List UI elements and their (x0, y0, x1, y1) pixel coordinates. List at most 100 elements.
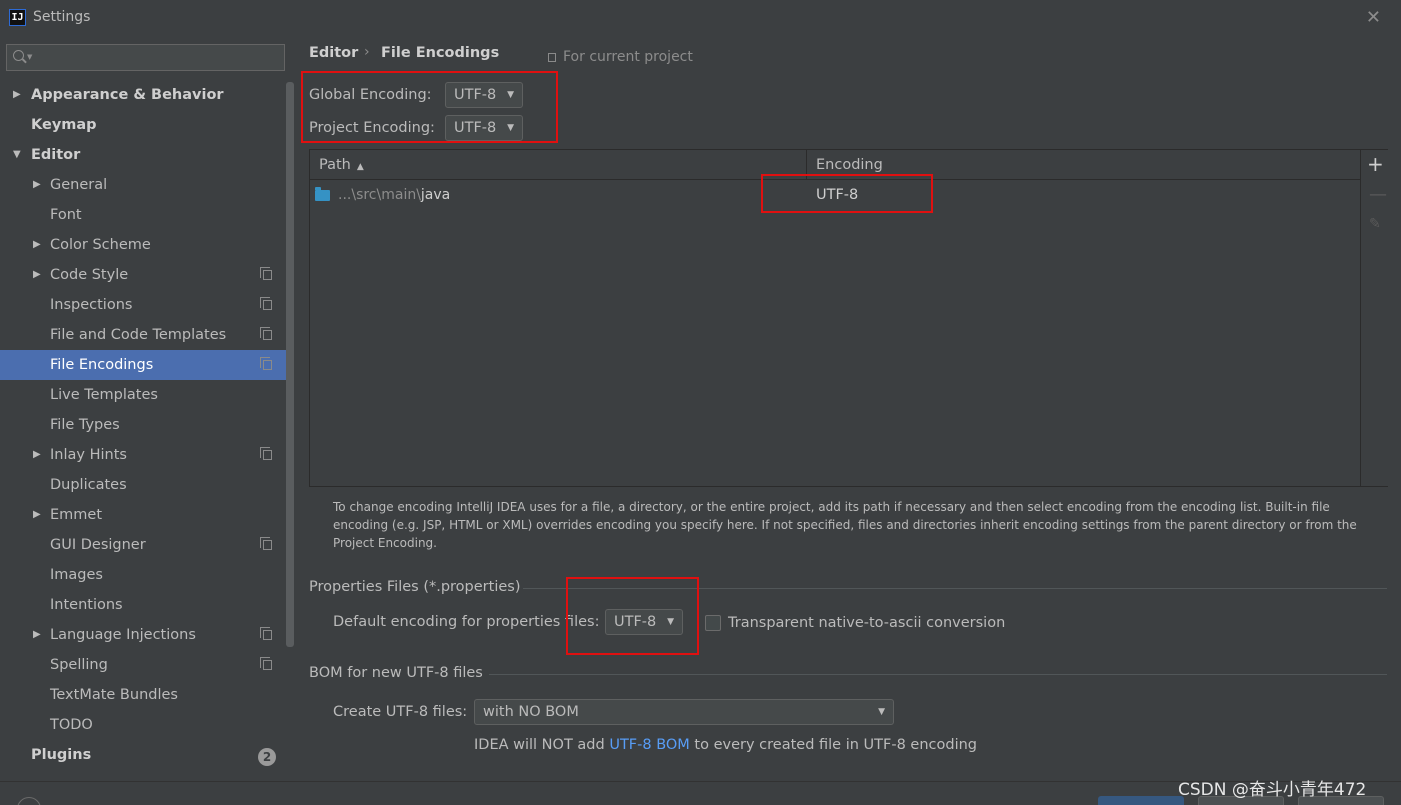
sort-ascending-icon: ▲ (356, 162, 364, 172)
sidebar-item-label: Emmet (50, 507, 103, 523)
sidebar-item-label: Duplicates (50, 477, 127, 493)
page-title: File Encodings (381, 45, 500, 61)
sidebar-item-label: TODO (50, 717, 93, 733)
sidebar-item-general[interactable]: ▶ General (0, 170, 286, 200)
project-scope-icon (260, 657, 272, 670)
chevron-right-icon[interactable]: ▶ (13, 80, 21, 110)
file-encodings-panel: Editor › File Encodings For current proj… (295, 36, 1401, 781)
sidebar-item-keymap[interactable]: Keymap (0, 110, 286, 140)
section-divider (489, 674, 1387, 675)
project-scope-icon (260, 537, 272, 550)
sidebar-item-editor[interactable]: ▼ Editor (0, 140, 286, 170)
chevron-right-icon[interactable]: ▶ (33, 500, 41, 530)
sidebar-item-label: File and Code Templates (50, 327, 227, 343)
sidebar-item-label: Live Templates (50, 387, 158, 403)
chevron-right-icon[interactable]: ▶ (33, 620, 41, 650)
sidebar-item-label: Images (50, 567, 103, 583)
sidebar-item-file-and-code-templates[interactable]: File and Code Templates (0, 320, 286, 350)
remove-icon[interactable]: — (1369, 184, 1387, 205)
chevron-right-icon[interactable]: ▶ (33, 230, 41, 260)
transparent-conversion-label[interactable]: Transparent native-to-ascii conversion (728, 615, 1005, 631)
ok-button[interactable] (1098, 796, 1184, 805)
search-history-icon[interactable]: ▼ (27, 53, 32, 61)
sidebar-item-label: Font (50, 207, 82, 223)
title-bar: IJ Settings ✕ (0, 0, 1401, 36)
settings-tree: ▶ Appearance & Behavior Keymap ▼ Editor ▶ Gene… (0, 80, 286, 770)
project-scope-icon (260, 627, 272, 640)
sidebar-item-label: Editor (31, 147, 81, 163)
sidebar-item-emmet[interactable]: ▶ Emmet (0, 500, 286, 530)
transparent-conversion-checkbox[interactable] (705, 615, 721, 631)
sidebar-item-inspections[interactable]: Inspections (0, 290, 286, 320)
sidebar-item-images[interactable]: Images (0, 560, 286, 590)
chevron-right-icon[interactable]: ▶ (33, 260, 41, 290)
column-header-path[interactable]: Path ▲ (310, 150, 807, 180)
sidebar-item-intentions[interactable]: Intentions (0, 590, 286, 620)
project-scope-icon (260, 327, 272, 340)
add-icon[interactable]: + (1367, 152, 1384, 176)
properties-section-title: Properties Files (*.properties) (309, 579, 521, 595)
create-utf8-label: Create UTF-8 files: (333, 704, 468, 720)
sidebar-item-plugins[interactable]: Plugins 2 (0, 740, 286, 770)
project-scope-icon (260, 357, 272, 370)
help-icon[interactable] (17, 797, 41, 805)
sidebar-item-language-injections[interactable]: ▶ Language Injections (0, 620, 286, 650)
sidebar-item-live-templates[interactable]: Live Templates (0, 380, 286, 410)
bom-value: with NO BOM (483, 704, 579, 720)
sidebar-item-todo[interactable]: TODO (0, 710, 286, 740)
watermark: CSDN @奋斗小青年472 (1178, 780, 1367, 800)
sidebar-item-label: File Encodings (50, 357, 154, 373)
close-icon[interactable]: ✕ (1366, 7, 1381, 28)
folder-icon (315, 187, 330, 201)
bom-note: IDEA will NOT add UTF-8 BOM to every cre… (474, 737, 977, 753)
sidebar-item-label: Inspections (50, 297, 133, 313)
help-text: To change encoding IntelliJ IDEA uses fo… (333, 500, 1357, 550)
sidebar-item-label: Intentions (50, 597, 123, 613)
sidebar-item-font[interactable]: Font (0, 200, 286, 230)
sidebar-item-inlay-hints[interactable]: ▶ Inlay Hints (0, 440, 286, 470)
sidebar-item-textmate-bundles[interactable]: TextMate Bundles (0, 680, 286, 710)
sidebar-item-spelling[interactable]: Spelling (0, 650, 286, 680)
window-title: Settings (33, 9, 91, 25)
sidebar-item-label: Appearance & Behavior (31, 87, 224, 103)
sidebar-item-appearance-behavior[interactable]: ▶ Appearance & Behavior (0, 80, 286, 110)
search-input[interactable]: ▼ (6, 44, 285, 71)
bom-combo[interactable]: with NO BOM ▼ (474, 699, 894, 725)
highlight-box-encoding-cell (761, 174, 933, 213)
chevron-right-icon[interactable]: ▶ (33, 170, 41, 200)
sidebar-item-label: Language Injections (50, 627, 196, 643)
chevron-down-icon: ▼ (878, 707, 885, 717)
sidebar-item-color-scheme[interactable]: ▶ Color Scheme (0, 230, 286, 260)
breadcrumb-separator: › (364, 44, 370, 60)
sidebar-item-label: Code Style (50, 267, 129, 283)
sidebar-item-label: TextMate Bundles (50, 687, 178, 703)
bom-section-title: BOM for new UTF-8 files (309, 665, 483, 681)
sidebar-item-file-types[interactable]: File Types (0, 410, 286, 440)
edit-icon[interactable]: ✎ (1369, 216, 1381, 232)
table-toolbar: + — ✎ (1360, 150, 1388, 486)
path-cell: ...\src\main\java (338, 187, 451, 203)
project-scope-icon (548, 53, 556, 62)
sidebar-item-file-encodings[interactable]: File Encodings (0, 350, 286, 380)
sidebar-item-gui-designer[interactable]: GUI Designer (0, 530, 286, 560)
sidebar-item-label: General (50, 177, 108, 193)
highlight-box-properties (566, 577, 699, 655)
intellij-logo-icon: IJ (9, 9, 26, 26)
project-scope-icon (260, 297, 272, 310)
chevron-down-icon[interactable]: ▼ (13, 140, 21, 170)
sidebar-item-label: Inlay Hints (50, 447, 127, 463)
sidebar-item-duplicates[interactable]: Duplicates (0, 470, 286, 500)
sidebar-item-label: File Types (50, 417, 120, 433)
utf8-bom-link[interactable]: UTF-8 BOM (609, 737, 690, 753)
project-scope-icon (260, 267, 272, 280)
sidebar-scrollbar[interactable] (286, 82, 294, 647)
breadcrumb-editor[interactable]: Editor (309, 45, 358, 61)
properties-default-label: Default encoding for properties files: (333, 614, 600, 630)
project-scope-label: For current project (563, 49, 693, 65)
sidebar-item-code-style[interactable]: ▶ Code Style (0, 260, 286, 290)
sidebar-item-label: Keymap (31, 117, 97, 133)
sidebar-item-label: GUI Designer (50, 537, 146, 553)
project-scope-icon (260, 447, 272, 460)
settings-sidebar: ▼ ▶ Appearance & Behavior Keymap ▼ Editor ▶ Ge… (0, 36, 295, 781)
chevron-right-icon[interactable]: ▶ (33, 440, 41, 470)
